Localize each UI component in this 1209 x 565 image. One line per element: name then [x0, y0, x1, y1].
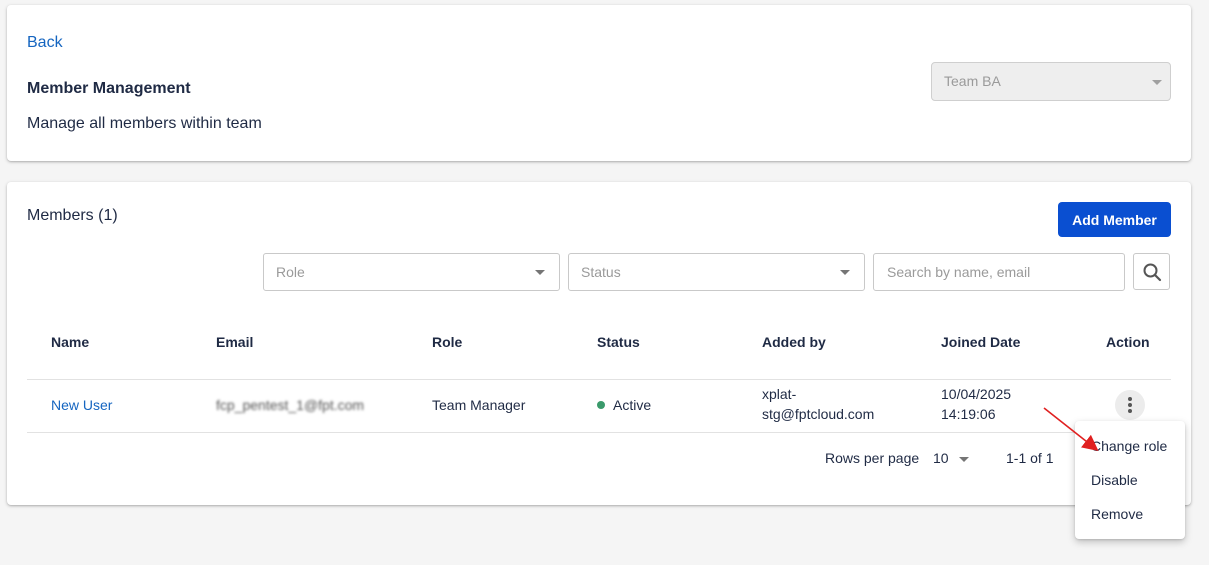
team-select[interactable]: Team BA — [931, 62, 1171, 101]
column-header-name: Name — [51, 334, 90, 350]
rows-per-page-value: 10 — [933, 450, 949, 466]
rows-per-page-select[interactable]: 10 — [933, 450, 969, 466]
menu-item-disable[interactable]: Disable — [1091, 472, 1138, 488]
more-vertical-icon — [1128, 397, 1132, 401]
row-action-menu: Change role Disable Remove — [1075, 421, 1185, 539]
status-dot-icon — [597, 401, 605, 409]
added-by-line1: xplat- — [762, 386, 797, 402]
column-header-action: Action — [1106, 334, 1150, 350]
column-header-added-by: Added by — [762, 334, 826, 350]
member-added-by: xplat- stg@fptcloud.com — [762, 384, 874, 424]
more-vertical-icon-dot — [1128, 409, 1132, 413]
members-card: Members (1) Add Member Role Status Name … — [7, 182, 1191, 505]
chevron-down-icon — [959, 457, 969, 462]
menu-item-change-role[interactable]: Change role — [1091, 438, 1167, 454]
chevron-down-icon — [840, 270, 850, 275]
table-row-divider — [27, 432, 1171, 433]
add-member-button[interactable]: Add Member — [1058, 202, 1171, 237]
search-button[interactable] — [1133, 253, 1170, 290]
pagination-range: 1-1 of 1 — [1006, 450, 1054, 466]
members-title: Members (1) — [27, 207, 118, 224]
joined-date: 10/04/2025 — [941, 386, 1012, 402]
added-by-line2: stg@fptcloud.com — [762, 406, 875, 422]
menu-item-remove[interactable]: Remove — [1091, 506, 1143, 522]
role-filter-select[interactable]: Role — [263, 253, 560, 291]
back-link[interactable]: Back — [27, 34, 63, 52]
status-filter-select[interactable]: Status — [568, 253, 865, 291]
column-header-role: Role — [432, 334, 463, 350]
page-title: Member Management — [27, 80, 191, 97]
more-vertical-icon-dot — [1128, 403, 1132, 407]
role-filter-placeholder: Role — [276, 264, 305, 280]
member-email: fcp_pentest_1@fpt.com — [216, 397, 365, 413]
joined-time: 14:19:06 — [941, 406, 996, 422]
chevron-down-icon — [1152, 80, 1162, 85]
table-header-divider — [27, 379, 1171, 380]
page-subtitle: Manage all members within team — [27, 115, 262, 132]
member-role: Team Manager — [432, 397, 526, 413]
status-filter-placeholder: Status — [581, 264, 621, 280]
member-management-header-card: Back Member Management Manage all member… — [7, 5, 1191, 161]
search-input[interactable] — [873, 253, 1125, 291]
column-header-status: Status — [597, 334, 640, 350]
member-name-link[interactable]: New User — [51, 395, 112, 415]
row-action-menu-button[interactable] — [1115, 390, 1145, 420]
column-header-joined-date: Joined Date — [941, 334, 1021, 350]
team-select-value: Team BA — [944, 73, 1001, 89]
search-icon — [1143, 263, 1162, 282]
chevron-down-icon — [535, 270, 545, 275]
member-status: Active — [613, 397, 652, 413]
status-badge: Active — [597, 395, 651, 415]
rows-per-page-label: Rows per page — [825, 450, 920, 466]
column-header-email: Email — [216, 334, 254, 350]
member-joined-date: 10/04/2025 14:19:06 — [941, 384, 1011, 424]
